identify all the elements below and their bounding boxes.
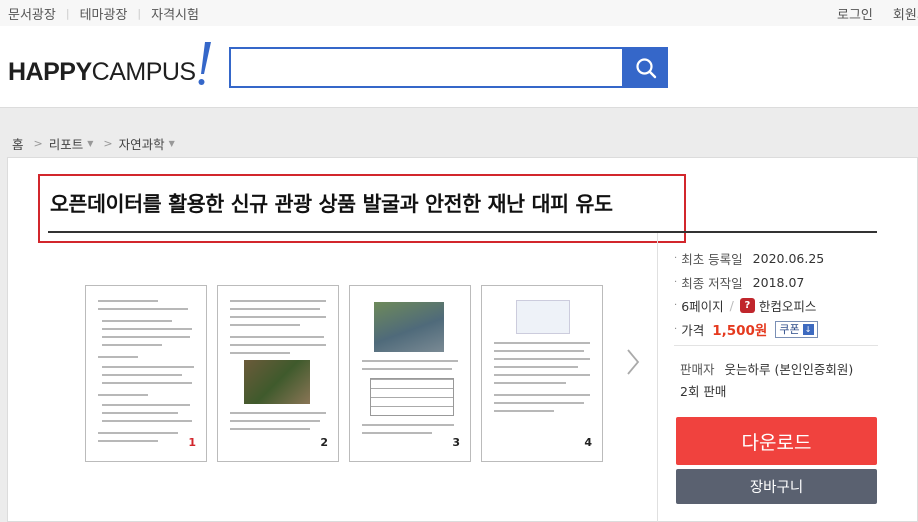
divider: |: [65, 7, 70, 20]
account-links: 로그인 회원가: [837, 4, 918, 23]
search-button[interactable]: [624, 47, 668, 88]
download-button[interactable]: 다운로드: [676, 417, 877, 465]
breadcrumb-separator: >: [33, 137, 43, 150]
registered-value: 2020.06.25: [752, 251, 825, 266]
page-thumbnail-4[interactable]: 4: [481, 285, 603, 462]
info-price: · 가격 1,500원 쿠폰 ↓: [674, 319, 818, 339]
file-format: 한컴오피스: [758, 299, 817, 314]
report-figure: [516, 300, 570, 334]
signup-link[interactable]: 회원가: [893, 4, 918, 23]
breadcrumb: 홈 > 리포트 ▼ > 자연과학 ▼: [12, 134, 175, 153]
vertical-divider: [657, 233, 658, 522]
site-header: HAPPYCAMPUS: [0, 26, 918, 108]
top-nav-links: 문서광장 | 테마광장 | 자격시험: [8, 4, 199, 23]
breadcrumb-natural-science[interactable]: 자연과학: [119, 134, 165, 153]
top-nav-certification-exam[interactable]: 자격시험: [151, 4, 199, 23]
written-value: 2018.07: [752, 275, 805, 290]
seller-label: 판매자: [680, 362, 715, 377]
report-photo: [374, 302, 444, 352]
breadcrumb-separator: >: [103, 137, 113, 150]
top-nav-document-plaza[interactable]: 문서광장: [8, 4, 56, 23]
download-icon: ↓: [802, 323, 814, 335]
chevron-right-icon[interactable]: [626, 348, 640, 376]
coupon-label: 쿠폰: [779, 323, 800, 336]
search-input[interactable]: [229, 47, 624, 88]
info-seller: 판매자 웃는하루 (본인인증회원): [680, 359, 853, 378]
page-thumbnail-3[interactable]: 3: [349, 285, 471, 462]
sales-count: 2회 판매: [680, 384, 727, 399]
registered-label: 최초 등록일: [681, 252, 743, 267]
happycampus-logo[interactable]: HAPPYCAMPUS: [8, 42, 211, 87]
breadcrumb-report[interactable]: 리포트: [49, 134, 84, 153]
seller-value[interactable]: 웃는하루 (본인인증회원): [725, 359, 854, 378]
logo-text-campus: CAMPUS: [91, 58, 196, 86]
add-to-cart-button[interactable]: 장바구니: [676, 469, 877, 504]
info-registered: · 최초 등록일 2020.06.25: [674, 251, 825, 267]
caret-down-icon[interactable]: ▼: [169, 139, 175, 148]
info-written: · 최종 저작일 2018.07: [674, 275, 805, 291]
price-value: 1,500원: [712, 323, 768, 339]
page-number: 4: [584, 436, 592, 449]
coupon-button[interactable]: 쿠폰 ↓: [775, 320, 818, 338]
search-icon: [636, 57, 657, 78]
caret-down-icon[interactable]: ▼: [87, 139, 93, 148]
info-divider: [674, 345, 878, 346]
written-label: 최종 저작일: [681, 276, 743, 291]
breadcrumb-home[interactable]: 홈: [12, 134, 24, 153]
page-number: 3: [452, 436, 460, 449]
report-table: [370, 378, 454, 416]
page-number: 1: [188, 436, 196, 449]
page-thumbnail-2[interactable]: 2: [217, 285, 339, 462]
document-title: 오픈데이터를 활용한 신규 관광 상품 발굴과 안전한 재난 대피 유도: [50, 192, 613, 216]
login-link[interactable]: 로그인: [837, 4, 873, 23]
page-count: 6페이지: [681, 299, 724, 314]
page-thumbnail-1[interactable]: 1: [85, 285, 207, 462]
title-underline: [48, 231, 877, 233]
info-sales: 2회 판매: [680, 381, 726, 400]
page-number: 2: [320, 436, 328, 449]
divider: |: [137, 7, 142, 20]
hancom-office-icon: ?: [739, 298, 755, 313]
report-photo: [244, 360, 310, 404]
price-label: 가격: [681, 322, 705, 338]
logo-exclamation-icon: [198, 42, 211, 85]
info-pages-format: · 6페이지 / ? 한컴오피스: [674, 298, 817, 314]
logo-text-happy: HAPPY: [8, 58, 92, 86]
top-nav-theme-plaza[interactable]: 테마광장: [80, 4, 128, 23]
top-utility-bar: 문서광장 | 테마광장 | 자격시험 로그인 회원가: [0, 0, 918, 26]
